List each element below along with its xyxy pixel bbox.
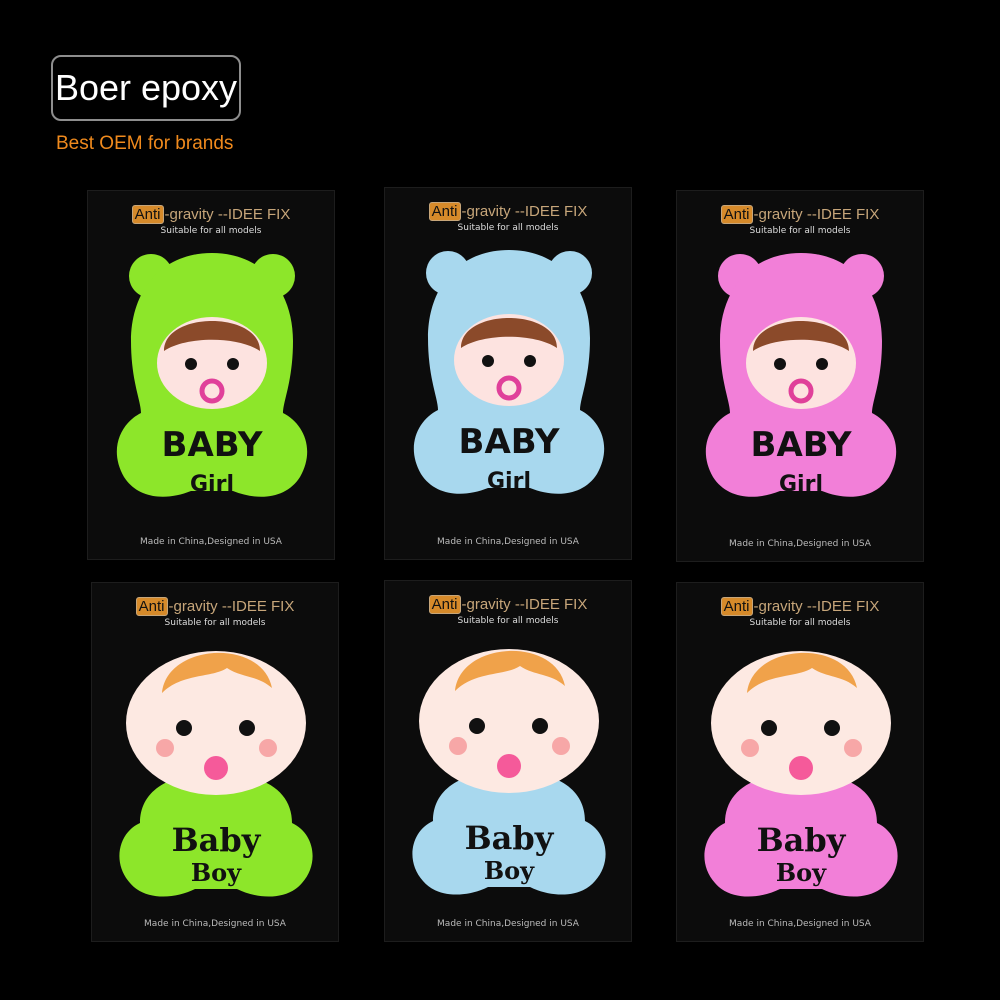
card-footer: Made in China,Designed in USA	[729, 919, 871, 929]
product-card-girl-pink: Anti -gravity --IDEE FIX Suitable for all…	[676, 190, 924, 562]
eye-left	[761, 720, 777, 736]
sticker-word-1: BABY	[459, 422, 560, 462]
eye-right	[824, 720, 840, 736]
card-footer: Made in China,Designed in USA	[437, 919, 579, 929]
sticker-word-2: Boy	[484, 856, 535, 885]
product-card-boy-pink: Anti -gravity --IDEE FIX Suitable for all…	[676, 582, 924, 942]
card-footer: Made in China,Designed in USA	[729, 539, 871, 549]
eye-right	[532, 718, 548, 734]
sticker-word-1: Baby	[172, 821, 262, 859]
baby-boy-sticker: Baby Boy	[704, 651, 898, 897]
brand-tagline: Best OEM for brands	[56, 133, 234, 154]
card-footer: Made in China,Designed in USA	[437, 537, 579, 547]
sticker-word-1: BABY	[751, 425, 852, 465]
brand-title-box: Boer epoxy	[51, 55, 241, 121]
cheek-right	[259, 739, 277, 757]
card-footer: Made in China,Designed in USA	[144, 919, 286, 929]
baby-boy-sticker: Baby Boy	[119, 651, 313, 897]
cheek-right	[552, 737, 570, 755]
product-card-boy-green: Anti -gravity --IDEE FIX Suitable for all…	[91, 582, 339, 942]
baby-boy-sticker: Baby Boy	[412, 649, 606, 895]
sticker-word-1: Baby	[757, 821, 847, 859]
eye-right	[227, 358, 239, 370]
brand-title: Boer epoxy	[54, 67, 238, 108]
product-card-girl-blue: Anti -gravity --IDEE FIX Suitable for all…	[384, 187, 632, 560]
product-card-boy-blue: Anti -gravity --IDEE FIX Suitable for all…	[384, 580, 632, 942]
pacifier	[204, 756, 228, 780]
sticker-word-2: Boy	[776, 858, 827, 887]
cheek-left	[156, 739, 174, 757]
pacifier	[497, 754, 521, 778]
sticker-word-1: BABY	[162, 425, 263, 465]
eye-right	[239, 720, 255, 736]
cheek-right	[844, 739, 862, 757]
product-card-girl-green: Anti -gravity --IDEE FIX Suitable for all…	[87, 190, 335, 560]
cheek-left	[741, 739, 759, 757]
sticker-word-1: Baby	[465, 819, 555, 857]
sticker-word-2: Girl	[190, 472, 234, 497]
cheek-left	[449, 737, 467, 755]
eye-left	[176, 720, 192, 736]
sticker-word-2: Boy	[191, 858, 242, 887]
eye-left	[185, 358, 197, 370]
baby-girl-sticker: BABY Girl	[116, 253, 308, 497]
eye-right	[524, 355, 536, 367]
eye-left	[482, 355, 494, 367]
eye-left	[469, 718, 485, 734]
card-footer: Made in China,Designed in USA	[140, 537, 282, 547]
baby-girl-sticker: BABY Girl	[705, 253, 897, 497]
eye-left	[774, 358, 786, 370]
eye-right	[816, 358, 828, 370]
pacifier	[789, 756, 813, 780]
sticker-word-2: Girl	[779, 472, 823, 497]
baby-girl-sticker: BABY Girl	[413, 250, 605, 494]
sticker-word-2: Girl	[487, 469, 531, 494]
